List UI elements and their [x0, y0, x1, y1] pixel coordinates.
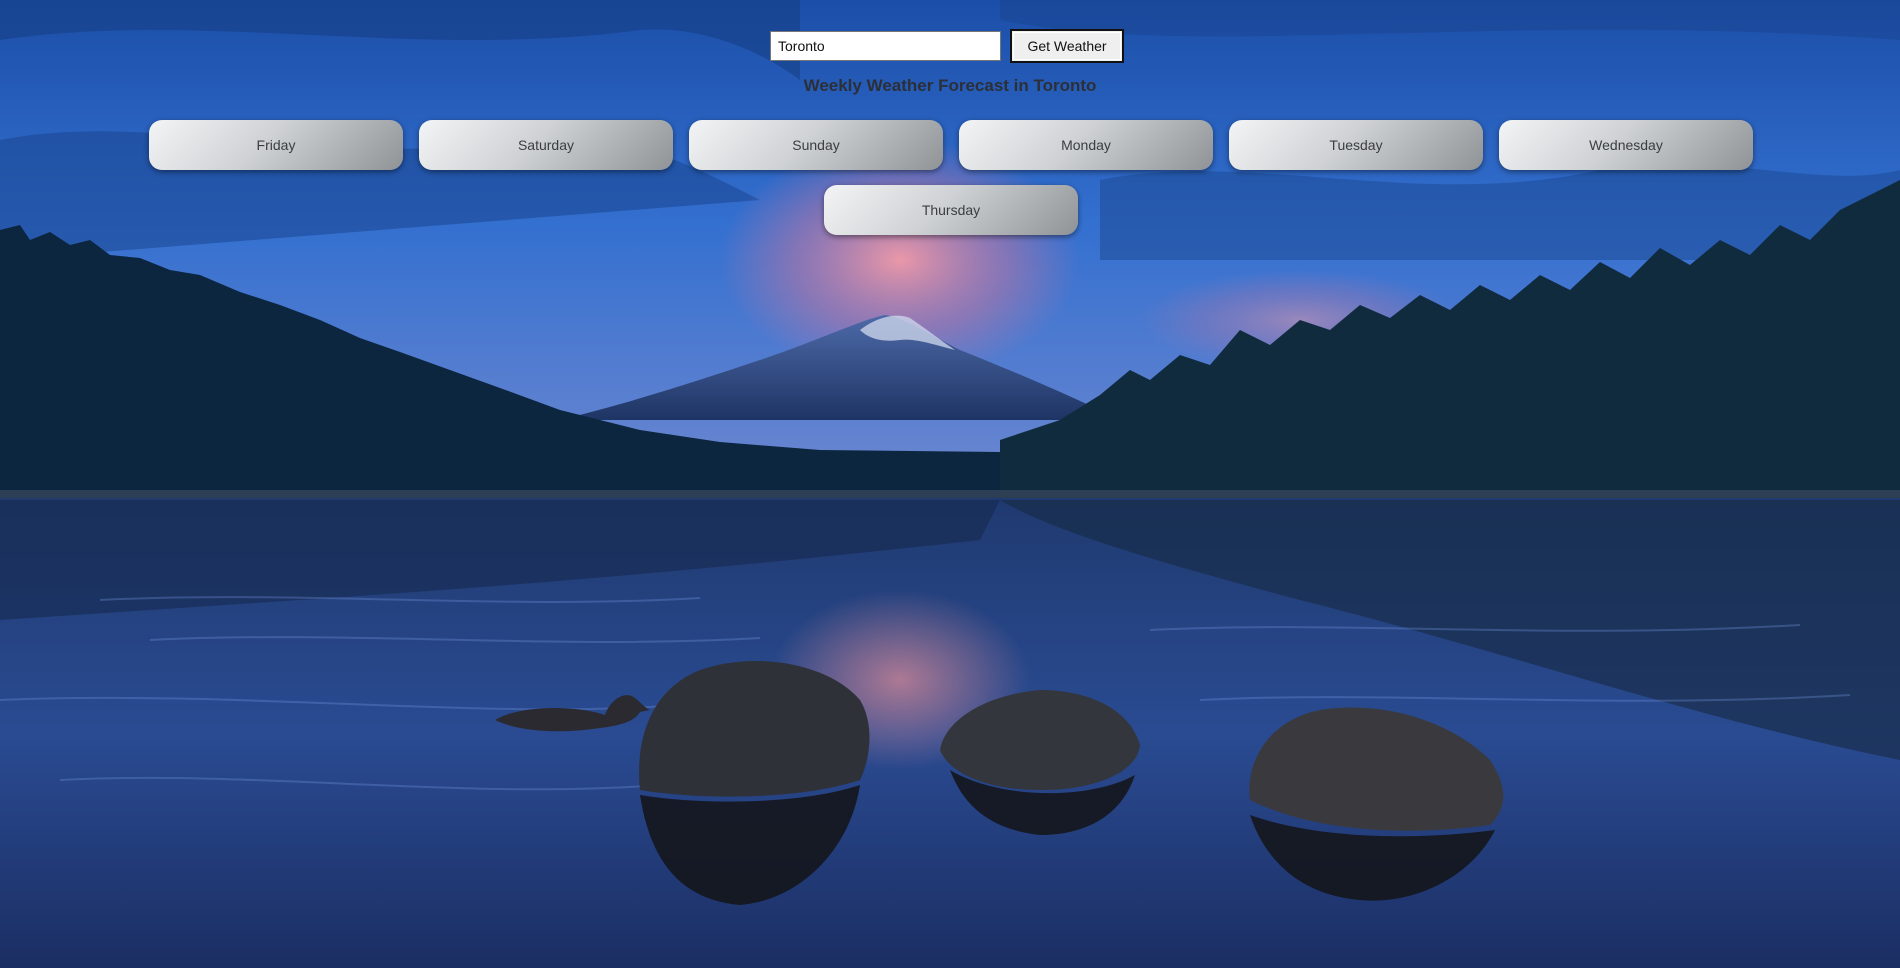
forecast-heading: Weekly Weather Forecast in Toronto [803, 76, 1097, 95]
day-button-wednesday[interactable]: Wednesday [1499, 120, 1753, 170]
weather-app: Get Weather Weekly Weather Forecast in T… [0, 0, 1900, 968]
day-button-saturday[interactable]: Saturday [419, 120, 673, 170]
city-input[interactable] [770, 31, 1001, 61]
day-button-friday[interactable]: Friday [149, 120, 403, 170]
day-button-monday[interactable]: Monday [959, 120, 1213, 170]
day-button-thursday[interactable]: Thursday [824, 185, 1078, 235]
day-button-tuesday[interactable]: Tuesday [1229, 120, 1483, 170]
search-bar: Get Weather [770, 29, 1124, 63]
day-button-sunday[interactable]: Sunday [689, 120, 943, 170]
get-weather-button[interactable]: Get Weather [1010, 29, 1124, 63]
